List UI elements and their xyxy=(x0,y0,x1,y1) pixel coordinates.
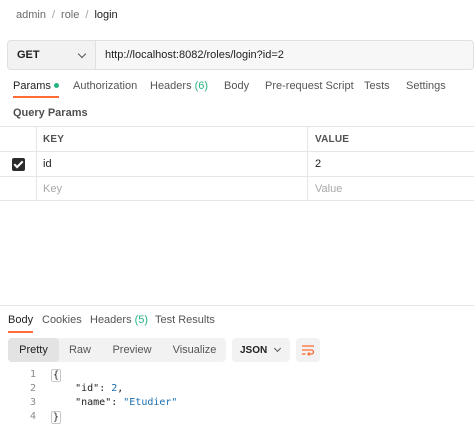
headers-count-badge: (6) xyxy=(194,80,209,92)
column-header-value: VALUE xyxy=(307,127,474,151)
json-key-name: "name" xyxy=(75,397,112,408)
wrap-lines-button[interactable] xyxy=(296,338,320,362)
json-open-brace: { xyxy=(51,369,62,382)
method-label: GET xyxy=(17,49,40,61)
response-tab-test-results[interactable]: Test Results xyxy=(155,314,215,326)
wrap-lines-icon xyxy=(302,345,315,356)
breadcrumb-item-role[interactable]: role xyxy=(61,9,79,21)
query-params-table: KEY VALUE id 2 Key Value xyxy=(0,126,474,201)
format-toggle-group: Pretty Raw Preview Visualize xyxy=(8,338,226,362)
table-header-row: KEY VALUE xyxy=(0,126,474,151)
new-param-value-field[interactable]: Value xyxy=(307,177,474,201)
url-input[interactable]: http://localhost:8082/roles/login?id=2 xyxy=(95,40,474,70)
tab-pre-request-script[interactable]: Pre-request Script xyxy=(265,80,354,92)
json-value-name: "Etudier" xyxy=(123,397,178,408)
line-number: 2 xyxy=(29,383,36,394)
json-value-id: 2 xyxy=(111,383,118,394)
tab-authorization[interactable]: Authorization xyxy=(73,80,137,92)
param-value-field[interactable]: 2 xyxy=(307,152,474,176)
line-number: 1 xyxy=(29,369,36,380)
line-number: 3 xyxy=(29,397,36,408)
header-checkbox-cell xyxy=(0,127,36,151)
json-close-brace: } xyxy=(51,411,62,424)
breadcrumb-separator: / xyxy=(85,9,89,21)
column-header-key: KEY xyxy=(36,127,307,151)
language-select[interactable]: JSON xyxy=(232,338,290,362)
row-checkbox-cell xyxy=(0,177,36,201)
format-visualize-button[interactable]: Visualize xyxy=(163,338,226,362)
breadcrumb-separator: / xyxy=(51,9,56,21)
new-param-key-field[interactable]: Key xyxy=(36,177,307,201)
query-params-title: Query Params xyxy=(13,107,88,119)
response-headers-count-badge: (5) xyxy=(134,314,149,326)
tab-tests[interactable]: Tests xyxy=(364,80,390,92)
url-bar: GET http://localhost:8082/roles/login?id… xyxy=(7,40,474,70)
language-label: JSON xyxy=(240,344,268,356)
code-line: 3 "name": "Etudier" xyxy=(0,397,474,411)
tab-params-label: Params xyxy=(13,80,51,92)
table-row: id 2 xyxy=(0,151,474,176)
active-dot-icon xyxy=(53,82,59,88)
format-pretty-button[interactable]: Pretty xyxy=(8,338,59,362)
param-enabled-checkbox[interactable] xyxy=(11,157,25,171)
line-number: 4 xyxy=(29,411,36,422)
tab-body[interactable]: Body xyxy=(224,80,249,92)
tab-settings[interactable]: Settings xyxy=(406,80,446,92)
pane-divider[interactable] xyxy=(0,305,474,306)
row-checkbox-cell xyxy=(0,152,36,176)
breadcrumb: admin / role / login xyxy=(16,8,118,22)
tab-headers[interactable]: Headers (6) xyxy=(150,80,208,92)
table-row-empty: Key Value xyxy=(0,176,474,201)
tab-headers-label: Headers xyxy=(150,80,192,92)
response-tab-cookies[interactable]: Cookies xyxy=(42,314,82,326)
code-line: 2 "id": 2, xyxy=(0,383,474,397)
method-select[interactable]: GET xyxy=(7,40,95,70)
code-line: 4 } xyxy=(0,411,474,425)
code-line: 1 { xyxy=(0,369,474,383)
response-tab-body[interactable]: Body xyxy=(8,314,34,333)
json-key-id: "id" xyxy=(75,383,100,394)
format-preview-button[interactable]: Preview xyxy=(101,338,163,362)
param-key-field[interactable]: id xyxy=(36,152,307,176)
chevron-down-icon xyxy=(273,344,282,353)
response-body-editor[interactable]: 1 { 2 "id": 2, 3 "name": "Etudier" 4 } xyxy=(0,369,474,425)
format-raw-button[interactable]: Raw xyxy=(59,338,101,362)
response-tab-headers[interactable]: Headers (5) xyxy=(90,314,148,326)
chevron-down-icon xyxy=(77,49,87,58)
breadcrumb-current: login xyxy=(94,9,118,21)
tab-params[interactable]: Params xyxy=(13,80,59,98)
response-tab-headers-label: Headers xyxy=(90,314,132,326)
breadcrumb-item-admin[interactable]: admin xyxy=(16,9,46,21)
